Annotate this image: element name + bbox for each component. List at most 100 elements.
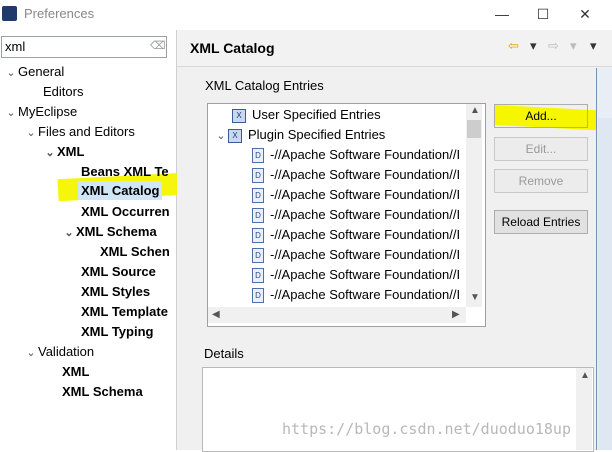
entry-label: -//Apache Software Foundation//I [270,247,461,262]
tree-item-editors[interactable]: Editors [43,82,83,102]
add-button[interactable]: Add... [494,104,588,128]
tree-item-files-and-editors[interactable]: ⌄ Files and Editors [24,122,135,143]
page-title: XML Catalog [190,40,275,56]
dtd-file-icon: D [252,188,264,204]
watermark: https://blog.csdn.net/duoduo18up [282,420,571,438]
remove-button[interactable]: Remove [494,169,588,193]
filter-text: xml [5,39,26,54]
list-item[interactable]: D -//Apache Software Foundation//I [252,225,466,245]
tree-item-user-entries[interactable]: X User Specified Entries [232,105,381,125]
view-menu-icon[interactable]: ▾ [590,38,597,54]
tree-item-xml-typing[interactable]: XML Typing [81,322,153,342]
tree-label: XML Template [81,304,168,319]
tree-item-xml-occurrences[interactable]: XML Occurren [81,202,176,222]
reload-entries-button[interactable]: Reload Entries [494,210,588,234]
tree-label: Validation [38,344,95,359]
dtd-file-icon: D [252,288,264,304]
scroll-up-icon[interactable]: ▲ [470,105,480,116]
chevron-down-icon[interactable]: ⌄ [24,343,38,363]
entry-label: -//Apache Software Foundation//I [270,267,461,282]
filter-input[interactable]: xml ⌫ [1,36,167,58]
entry-label: -//Apache Software Foundation//I [270,207,461,222]
tree-label: XML Schema [76,224,157,239]
tree-item-validation[interactable]: ⌄ Validation [24,342,94,362]
maximize-button[interactable]: ☐ [533,4,553,24]
back-icon[interactable]: ⇦ [508,38,519,54]
dtd-file-icon: D [252,208,264,224]
close-button[interactable]: ✕ [575,4,595,24]
chevron-down-icon[interactable]: ⌄ [62,223,76,243]
tree-item-xml-catalog[interactable]: XML Catalog [81,181,160,201]
dtd-file-icon: D [252,148,264,164]
dtd-file-icon: D [252,168,264,184]
tree-item-xml-templates[interactable]: XML Template [81,302,176,322]
list-item[interactable]: D -//Apache Software Foundation//I [252,165,466,185]
horizontal-scrollbar[interactable]: ◀ ▶ [208,307,466,323]
tree-item-beans-xml[interactable]: Beans XML Te [81,162,176,182]
entry-label: -//Apache Software Foundation//I [270,147,461,162]
tree-label: XML Catalog [81,183,160,198]
details-label: Details [204,346,244,361]
back-menu-icon[interactable]: ▾ [530,38,537,54]
tree-item-xml-source[interactable]: XML Source [81,262,156,282]
tree-label: XML Source [81,264,156,279]
tree-item-myeclipse[interactable]: ⌄ MyEclipse [4,102,77,122]
chevron-down-icon[interactable]: ⌄ [214,126,228,145]
entry-label: -//Apache Software Foundation//I [270,167,461,182]
entry-label: -//Apache Software Foundation//I [270,287,461,302]
catalog-entries-tree[interactable]: X User Specified Entries ⌄ X Plugin Specifi… [207,103,486,327]
entry-label: User Specified Entries [252,107,381,122]
tree-label: XML [57,144,85,159]
chevron-down-icon[interactable]: ⌄ [4,63,18,83]
catalog-icon: X [232,108,246,123]
tree-label: MyEclipse [18,104,78,119]
list-item[interactable]: D -//Apache Software Foundation//I [252,185,466,205]
tree-label: Editors [43,84,84,99]
tree-label: XML Styles [81,284,151,299]
window-title: Preferences [24,6,95,21]
tree-label: XML [62,364,90,379]
edit-button[interactable]: Edit... [494,137,588,161]
list-item[interactable]: D -//Apache Software Foundation//I [252,265,466,285]
list-item[interactable]: D -//Apache Software Foundation//I [252,145,466,165]
entry-label: Plugin Specified Entries [248,127,386,142]
tree-label: XML Schema [62,384,143,399]
background-window-panel [598,118,612,450]
dtd-file-icon: D [252,228,264,244]
dtd-file-icon: D [252,268,264,284]
tree-item-xml-styles[interactable]: XML Styles [81,282,150,302]
tree-item-xml-schema[interactable]: ⌄ XML Schema [62,222,157,243]
tree-item-general[interactable]: ⌄ General [4,62,64,82]
scroll-down-icon[interactable]: ▼ [470,292,480,303]
tree-item-validation-xml[interactable]: XML [62,362,89,382]
scroll-left-icon[interactable]: ◀ [212,309,220,320]
tree-item-xml[interactable]: ⌄ XML [43,142,84,162]
scroll-up-icon[interactable]: ▲ [580,370,590,381]
dtd-file-icon: D [252,248,264,264]
scroll-right-icon[interactable]: ▶ [452,309,460,320]
minimize-button[interactable]: — [492,4,512,24]
forward-icon[interactable]: ⇨ [548,38,559,54]
chevron-down-icon[interactable]: ⌄ [4,103,18,123]
vertical-scroll-thumb[interactable] [467,120,481,138]
list-item[interactable]: D -//Apache Software Foundation//I [252,285,466,305]
catalog-icon: X [228,128,242,143]
tree-label: XML Schen [100,244,170,259]
details-scrollbar[interactable]: ▲ [576,368,592,450]
details-box[interactable] [202,367,594,452]
list-item[interactable]: D -//Apache Software Foundation//I [252,205,466,225]
chevron-down-icon[interactable]: ⌄ [24,123,38,143]
clear-filter-icon[interactable]: ⌫ [150,39,166,53]
tree-label: General [18,64,65,79]
tree-item-validation-xml-schema[interactable]: XML Schema [62,382,143,402]
chevron-down-icon[interactable]: ⌄ [43,143,57,163]
catalog-entries-label: XML Catalog Entries [205,78,324,93]
tree-label: Files and Editors [38,124,135,139]
tree-item-plugin-entries[interactable]: ⌄ X Plugin Specified Entries [214,125,385,145]
tree-item-xml-schema-child[interactable]: XML Schen [100,242,176,262]
entry-label: -//Apache Software Foundation//I [270,187,461,202]
list-item[interactable]: D -//Apache Software Foundation//I [252,245,466,265]
app-icon [2,6,17,21]
forward-menu-icon[interactable]: ▾ [570,38,577,54]
tree-label: XML Occurren [81,204,170,219]
